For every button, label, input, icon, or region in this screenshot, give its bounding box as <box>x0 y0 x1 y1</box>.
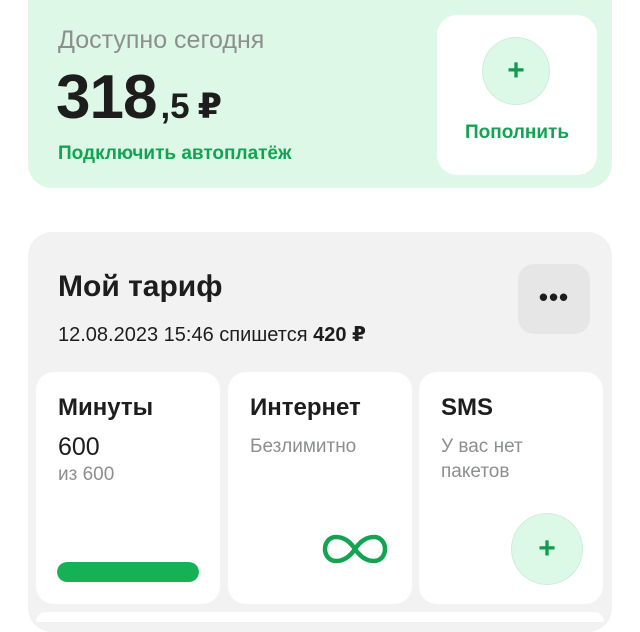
sms-add-button[interactable]: + <box>512 514 582 584</box>
tariff-section: Мой тариф 12.08.2023 15:46 спишется 420 … <box>28 232 612 632</box>
balance-card: Доступно сегодня 318,5 ₽ Подключить автоп… <box>28 0 612 188</box>
minutes-pack-total: из 600 <box>58 464 115 485</box>
minutes-progress-bar <box>57 562 199 582</box>
minutes-pack-value: 600 <box>58 433 100 461</box>
sms-pack-card[interactable]: SMS У вас нет пакетов + <box>419 372 603 604</box>
more-options-button[interactable]: ••• <box>518 264 590 334</box>
balance-caption: Доступно сегодня <box>58 26 265 54</box>
tariff-charge-date: 12.08.2023 15:46 спишется <box>58 324 308 346</box>
sms-pack-title: SMS <box>441 394 494 421</box>
next-card-peek <box>36 612 604 622</box>
balance-amount: 318,5 ₽ <box>56 62 222 133</box>
plus-icon: + <box>483 38 549 104</box>
minutes-progress-fill <box>57 562 199 582</box>
plus-icon: + <box>538 532 556 565</box>
tariff-charge-amount: 420 ₽ <box>313 324 366 346</box>
ellipsis-icon: ••• <box>538 282 570 312</box>
internet-pack-status: Безлимитно <box>250 436 357 457</box>
minutes-pack-card[interactable]: Минуты 600 из 600 <box>36 372 220 604</box>
balance-amount-fraction: ,5 <box>160 87 190 126</box>
balance-amount-integer: 318 <box>56 63 157 132</box>
internet-pack-title: Интернет <box>250 394 361 421</box>
minutes-pack-title: Минуты <box>58 394 154 421</box>
topup-label: Пополнить <box>464 122 570 143</box>
autopay-link[interactable]: Подключить автоплатёж <box>58 143 291 165</box>
tariff-title: Мой тариф <box>58 270 223 303</box>
balance-currency: ₽ <box>197 87 223 126</box>
tariff-charge-info: 12.08.2023 15:46 спишется 420 ₽ <box>58 322 366 347</box>
infinity-icon <box>322 534 388 564</box>
sms-pack-status: У вас нет пакетов <box>441 436 523 482</box>
topup-button[interactable]: + Пополнить <box>437 15 597 175</box>
internet-pack-card[interactable]: Интернет Безлимитно <box>228 372 412 604</box>
